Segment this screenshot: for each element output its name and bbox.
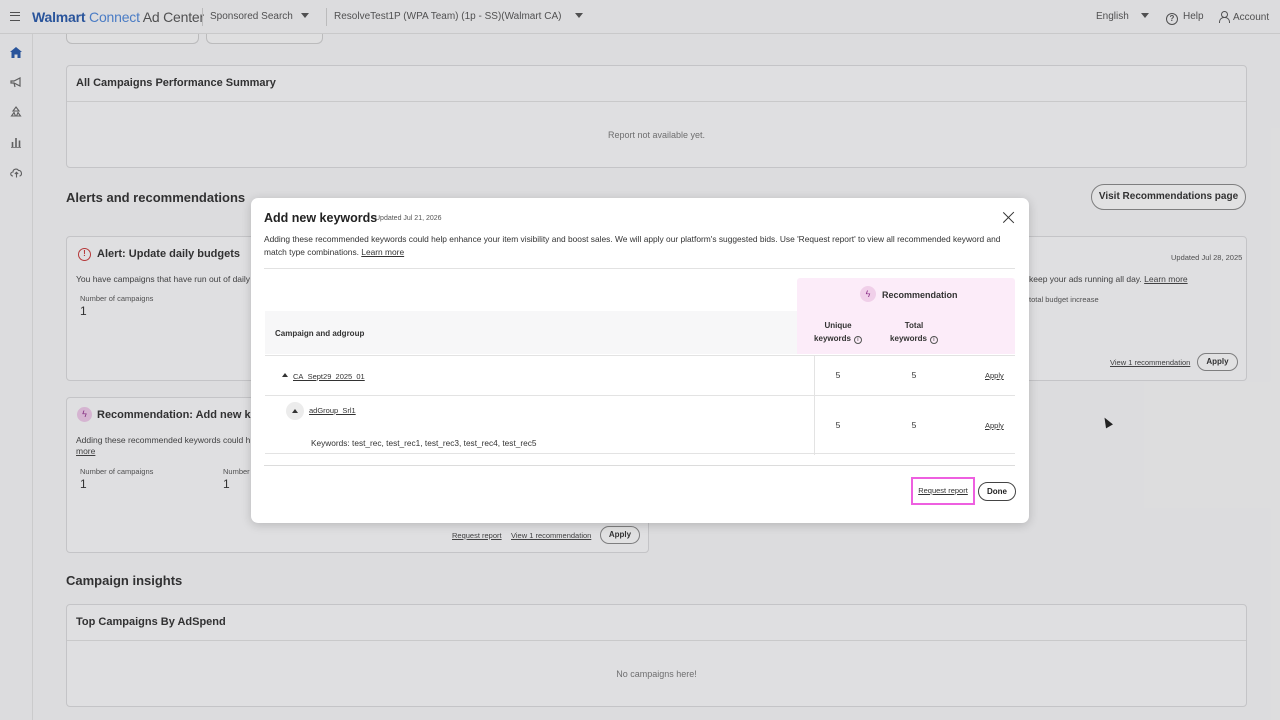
- keywords-list: Keywords: test_rec, test_rec1, test_rec3…: [311, 438, 537, 448]
- total-keywords-value: 5: [911, 370, 917, 380]
- column-header-total-line1: Total: [904, 321, 924, 330]
- learn-more-link[interactable]: Learn more: [361, 247, 404, 257]
- total-keywords-value: 5: [911, 420, 917, 430]
- unique-keywords-value: 5: [835, 370, 841, 380]
- modal-updated-date: Updated Jul 21, 2026: [375, 215, 442, 222]
- column-header-unique-line2: keywords: [814, 334, 851, 343]
- divider: [264, 268, 1015, 269]
- column-header-unique-keywords: Unique keywords i: [808, 319, 868, 345]
- recommendation-header: Recommendation: [882, 290, 958, 300]
- column-header-campaign: Campaign and adgroup: [275, 329, 365, 338]
- adgroup-link[interactable]: adGroup_Srl1: [309, 406, 356, 415]
- column-header-total-line2: keywords: [890, 334, 927, 343]
- column-header-unique-line1: Unique: [824, 321, 852, 330]
- table-row: adGroup_Srl1 Keywords: test_rec, test_re…: [265, 395, 1015, 455]
- divider: [814, 356, 815, 396]
- table-row: CA_Sept29_2025_01 5 5 Apply: [265, 355, 1015, 396]
- request-report-button[interactable]: Request report: [911, 477, 975, 505]
- divider: [264, 465, 1015, 466]
- close-icon[interactable]: [1002, 211, 1015, 224]
- collapse-icon[interactable]: [282, 373, 288, 377]
- modal-description: Adding these recommended keywords could …: [264, 233, 1009, 259]
- unique-keywords-value: 5: [835, 420, 841, 430]
- info-icon[interactable]: i: [929, 336, 938, 344]
- lightning-icon: ϟ: [860, 286, 876, 302]
- info-icon[interactable]: i: [853, 336, 862, 344]
- apply-link[interactable]: Apply: [985, 371, 1004, 380]
- column-header-total-keywords: Total keywords i: [884, 319, 944, 345]
- apply-link[interactable]: Apply: [985, 421, 1004, 430]
- campaign-link[interactable]: CA_Sept29_2025_01: [293, 372, 365, 381]
- collapse-icon: [292, 409, 298, 413]
- add-keywords-modal: Add new keywords Updated Jul 21, 2026 Ad…: [251, 198, 1029, 523]
- modal-title: Add new keywords: [264, 211, 378, 225]
- divider: [814, 396, 815, 455]
- done-button[interactable]: Done: [978, 482, 1016, 501]
